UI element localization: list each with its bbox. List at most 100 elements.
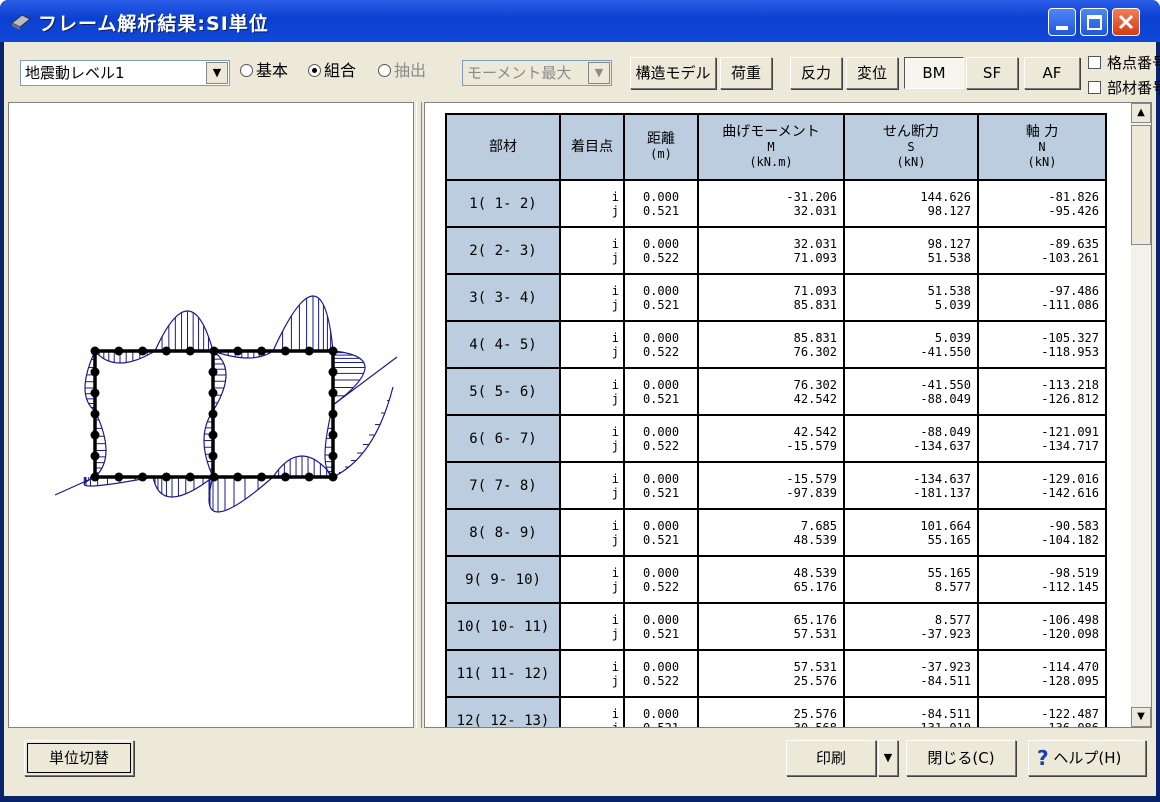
point-cell-value: i (611, 283, 619, 298)
distance-cell-value: 0.000 (642, 612, 680, 627)
table-row[interactable]: 5( 5- 6) i j 0.000 0.521 76.302 42.542 -41.550-… (445, 367, 1107, 416)
results-table-pane[interactable]: 部材 着目点 距離 (m) 曲げモーメント M (kN.m) せん断力 S (kN) 軸 … (424, 102, 1152, 728)
table-row[interactable]: 3( 3- 4) i j 0.000 0.521 71.093 85.831 51.538 5.… (445, 273, 1107, 322)
table-row[interactable]: 12( 12- 13) i j 0.000 0.521 25.576 -30.568 -84.… (445, 696, 1107, 728)
scroll-up-icon[interactable]: ▲ (1131, 103, 1151, 123)
distance-cell-value: 0.521 (642, 391, 680, 406)
table-row[interactable]: 9( 9- 10) i j 0.000 0.522 48.539 65.176 55.165 8… (445, 555, 1107, 604)
moment-cell-value: 85.831 (793, 297, 837, 312)
axial-cell-value: -118.953 (1041, 344, 1099, 359)
moment-curve (332, 386, 394, 478)
maximize-button[interactable] (1080, 8, 1108, 36)
table-row[interactable]: 6( 6- 7) i j 0.000 0.522 42.542 -15.579 -88.049… (445, 414, 1107, 463)
table-row[interactable]: 2( 2- 3) i j 0.000 0.522 32.031 71.093 98.127 51… (445, 226, 1107, 275)
chevron-down-icon[interactable]: ▼ (206, 62, 228, 84)
diagram-pane[interactable] (8, 102, 414, 728)
moment-cell-value: 32.031 (793, 236, 837, 251)
point-cell: ij (559, 226, 625, 275)
moment-cell: 42.542 -15.579 (697, 414, 845, 463)
shear-cell-value: -131.010 (913, 720, 971, 728)
load-button[interactable]: 荷重 (720, 57, 772, 89)
axial-cell-value: -103.261 (1041, 250, 1099, 265)
member-cell: 6( 6- 7) (445, 414, 561, 463)
shear-cell-value: -134.637 (913, 471, 971, 486)
table-row[interactable]: 7( 7- 8) i j 0.000 0.521 -15.579 -97.839 -134.6… (445, 461, 1107, 510)
print-options-button[interactable]: ▼ (878, 740, 898, 776)
table-row[interactable]: 10( 10- 11) i j 0.000 0.521 65.176 57.531 8.577… (445, 602, 1107, 651)
bm-button[interactable]: BM (904, 57, 964, 89)
axial-cell: -113.218 -126.812 (977, 367, 1107, 416)
moment-cell-value: 7.685 (800, 518, 837, 533)
radio-combination[interactable]: 組合 (308, 60, 356, 82)
title-bar[interactable]: フレーム解析結果:SI単位 (0, 0, 1160, 42)
axial-cell: -98.519 -112.145 (977, 555, 1107, 604)
shear-cell-value: 98.127 (927, 203, 971, 218)
distance-cell-value: 0.000 (642, 424, 680, 439)
scroll-down-icon[interactable]: ▼ (1131, 707, 1151, 727)
pane-splitter[interactable] (416, 102, 422, 728)
point-cell-value: i (611, 236, 619, 251)
point-cell-value: i (611, 659, 619, 674)
af-button[interactable]: AF (1024, 57, 1080, 89)
frame-node (328, 430, 338, 440)
point-cell-value: i (611, 471, 619, 486)
member-cell: 8( 8- 9) (445, 508, 561, 557)
vertical-scrollbar[interactable]: ▲ ▼ (1131, 103, 1151, 727)
chevron-down-icon: ▼ (883, 751, 893, 764)
shear-cell: 5.039 -41.550 (843, 320, 979, 369)
point-cell-value: i (611, 706, 619, 721)
shear-cell-value: -88.049 (920, 424, 971, 439)
structure-model-button[interactable]: 構造モデル (630, 57, 716, 89)
moment-cell-value: 25.576 (793, 673, 837, 688)
distance-cell-value: 0.522 (642, 579, 680, 594)
help-button[interactable]: ? ヘルプ(H) (1028, 740, 1146, 776)
radio-basic[interactable]: 基本 (240, 60, 288, 82)
axial-cell-value: -81.826 (1048, 189, 1099, 204)
axial-cell-value: -142.616 (1041, 485, 1099, 500)
unit-switch-button[interactable]: 単位切替 (24, 740, 134, 776)
minimize-button[interactable] (1048, 8, 1076, 36)
maximize-icon (1087, 15, 1102, 30)
frame-node (304, 346, 314, 356)
sf-button[interactable]: SF (966, 57, 1018, 89)
axial-cell: -106.498 -120.098 (977, 602, 1107, 651)
radio-basic-label: 基本 (256, 61, 289, 80)
table-row[interactable]: 8( 8- 9) i j 0.000 0.521 7.685 48.539 101.664 55… (445, 508, 1107, 557)
table-row[interactable]: 1( 1- 2) i j 0.000 0.521 -31.206 32.031 144.626… (445, 179, 1107, 228)
point-cell-value: i (611, 518, 619, 533)
distance-cell-value: 0.000 (642, 659, 680, 674)
member-number-checkbox[interactable]: 部材番号 (1088, 80, 1160, 98)
distance-cell: 0.000 0.522 (623, 555, 699, 604)
shear-cell-value: -181.137 (913, 485, 971, 500)
extract-combo[interactable]: モーメント最大 ▼ (462, 60, 612, 86)
close-window-button[interactable] (1112, 8, 1140, 36)
minimize-icon (1056, 26, 1068, 30)
frame-app-icon (11, 14, 31, 30)
node-number-checkbox[interactable]: 格点番号 (1088, 55, 1160, 73)
moment-cell-value: -97.839 (786, 485, 837, 500)
displacement-button[interactable]: 変位 (846, 57, 898, 89)
load-case-combo[interactable]: 地震動レベル1 ▼ (20, 60, 230, 86)
axial-cell-value: -129.016 (1041, 471, 1099, 486)
close-button[interactable]: 閉じる(C) (906, 740, 1016, 776)
scroll-thumb[interactable] (1131, 125, 1151, 245)
shear-cell-value: -37.923 (920, 626, 971, 641)
distance-cell-value: 0.000 (642, 518, 680, 533)
frame-node (328, 472, 338, 482)
frame-node (90, 388, 100, 398)
frame-node (209, 472, 219, 482)
question-mark-icon: ? (1037, 746, 1049, 770)
member-cell: 2( 2- 3) (445, 226, 561, 275)
radio-extract[interactable]: 抽出 (378, 60, 426, 82)
reaction-button[interactable]: 反力 (790, 57, 842, 89)
moment-cell-value: 65.176 (793, 579, 837, 594)
print-button[interactable]: 印刷 (786, 740, 876, 776)
point-cell-value: i (611, 330, 619, 345)
frame-node (185, 472, 195, 482)
axial-cell: -81.826 -95.426 (977, 179, 1107, 228)
table-row[interactable]: 4( 4- 5) i j 0.000 0.522 85.831 76.302 5.039 -41… (445, 320, 1107, 369)
shear-cell-value: 98.127 (927, 236, 971, 251)
chevron-down-icon[interactable]: ▼ (588, 62, 610, 84)
point-cell-value: j (611, 344, 619, 359)
table-row[interactable]: 11( 11- 12) i j 0.000 0.522 57.531 25.576 -37.9… (445, 649, 1107, 698)
